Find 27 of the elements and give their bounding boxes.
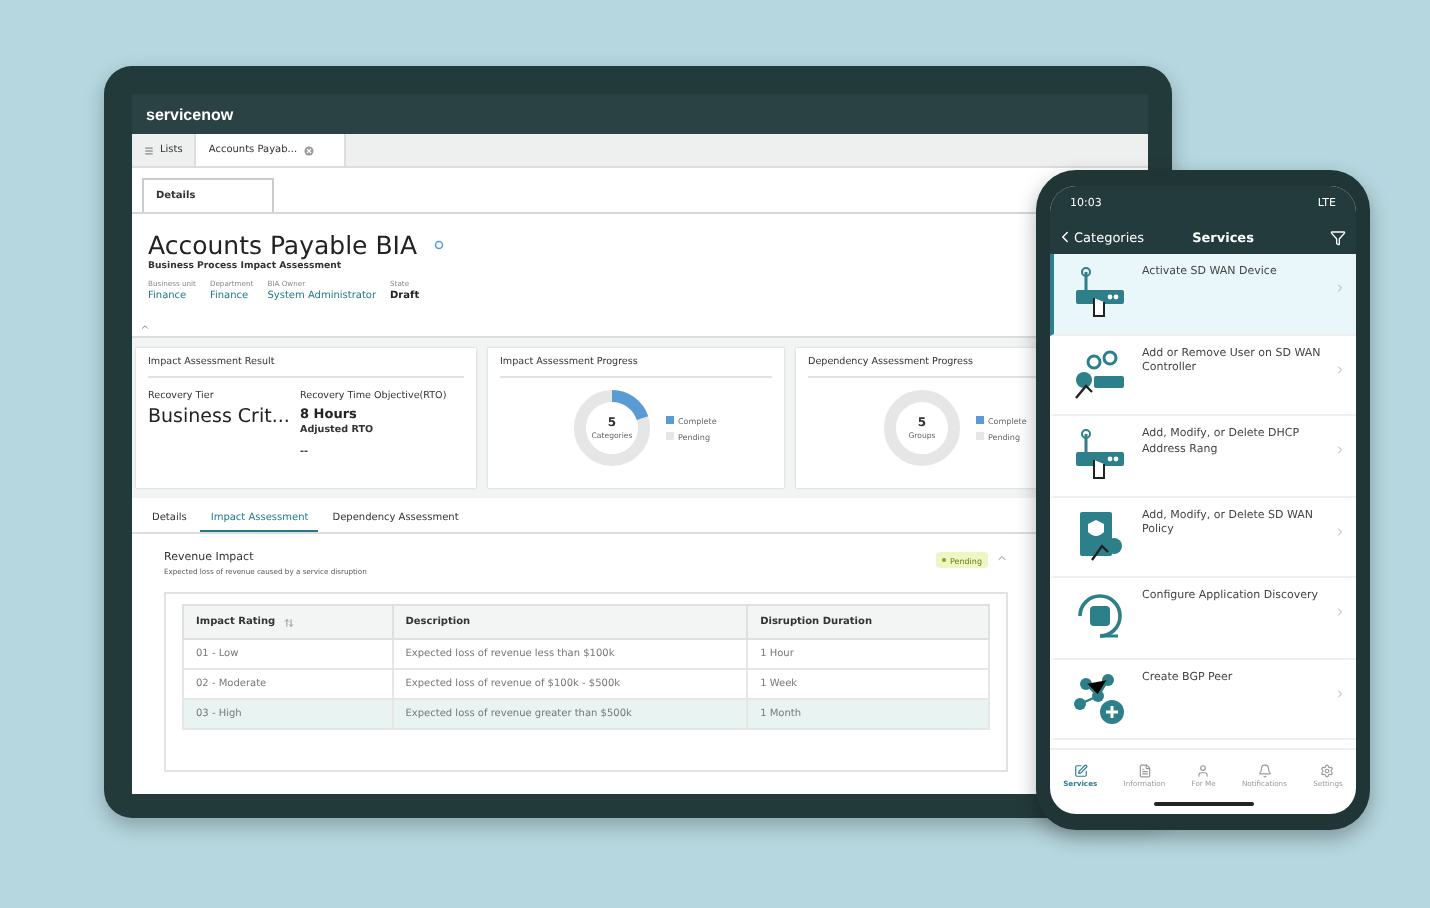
chevron-icon bbox=[1334, 363, 1346, 375]
chevron-icon bbox=[1334, 687, 1346, 699]
tag-icon[interactable] bbox=[433, 240, 444, 250]
brand-logo: servicenow bbox=[146, 105, 234, 123]
router-icon bbox=[1070, 424, 1130, 484]
sort-icon[interactable] bbox=[283, 617, 294, 627]
chevron-icon bbox=[1334, 282, 1346, 294]
donut-drawing bbox=[570, 386, 654, 470]
record-title: Accounts Payable BIA bbox=[148, 230, 418, 260]
filter-icon[interactable] bbox=[1329, 229, 1346, 245]
back-icon bbox=[1056, 228, 1074, 246]
router-icon bbox=[1070, 262, 1130, 322]
donut-drawing bbox=[880, 386, 964, 470]
chevron-icon bbox=[1334, 606, 1346, 618]
menu-icon bbox=[144, 145, 154, 155]
settings-icon bbox=[1320, 764, 1335, 778]
tier-value-text: Business Crit... bbox=[148, 406, 292, 428]
chevron-icon bbox=[1334, 525, 1346, 537]
home-indicator[interactable] bbox=[1153, 802, 1253, 806]
bell-icon bbox=[1257, 764, 1272, 778]
chevron-icon bbox=[1334, 444, 1346, 456]
close-icon[interactable] bbox=[303, 145, 314, 155]
document-icon bbox=[1137, 764, 1152, 778]
person-icon bbox=[1196, 764, 1211, 778]
pencil-icon bbox=[1073, 764, 1088, 778]
collapse-icon[interactable] bbox=[996, 552, 1008, 564]
collapse-icon[interactable] bbox=[140, 322, 150, 332]
